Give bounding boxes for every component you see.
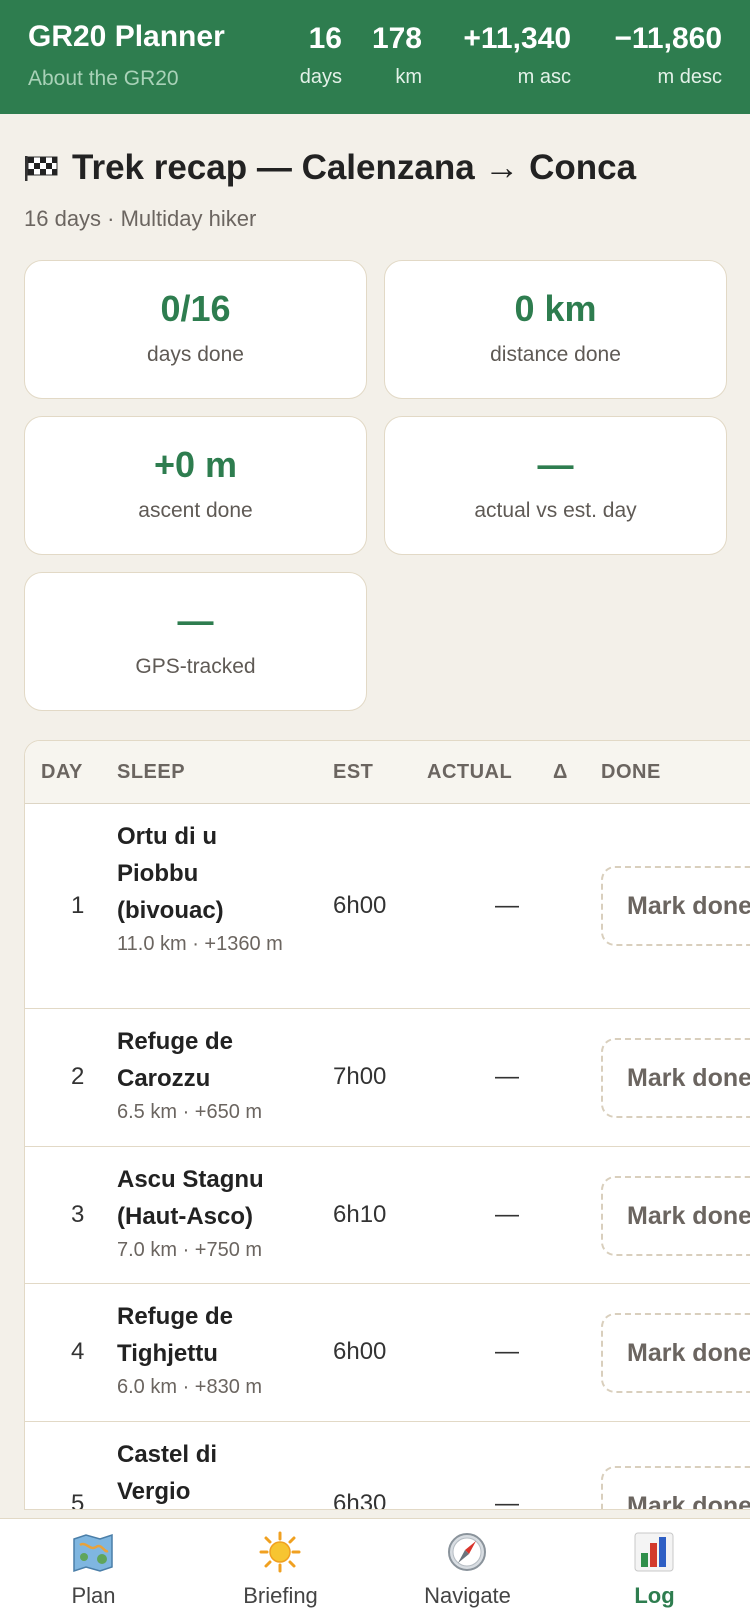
card-gps-tracked: — GPS-tracked <box>24 572 367 711</box>
table-row: 2 Refuge de Carozzu 6.5 km · +650 m 7h00… <box>25 1009 750 1147</box>
col-actual: ACTUAL <box>427 761 513 783</box>
nav-label-briefing: Briefing <box>243 1583 318 1608</box>
nav-item-log[interactable]: Log <box>561 1519 748 1624</box>
row-day: 1 <box>71 892 85 919</box>
compass-icon <box>448 1533 486 1571</box>
row-sleep: Refuge de Tighjettu 6.0 km · +830 m <box>117 1298 297 1403</box>
row-sleep-name: Castel di Vergio <box>117 1441 218 1505</box>
recap-title-text: Trek recap — Calenzana → Conca <box>72 148 637 187</box>
card-gps-tracked-value: — <box>177 600 214 641</box>
card-distance-done-label: distance done <box>490 343 621 366</box>
mark-done-button[interactable]: Mark done <box>601 1038 750 1118</box>
row-est: 7h00 <box>333 1063 387 1090</box>
row-actual: — <box>495 892 519 919</box>
row-est: 6h00 <box>333 1338 387 1365</box>
row-sleep: Ascu Stagnu (Haut-Asco) 7.0 km · +750 m <box>117 1161 297 1266</box>
card-ascent-done: +0 m ascent done <box>24 416 367 555</box>
row-sleep: Refuge de Carozzu 6.5 km · +650 m <box>117 1023 297 1128</box>
nav-item-navigate[interactable]: Navigate <box>374 1519 561 1624</box>
row-actual: — <box>495 1201 519 1228</box>
mark-done-button[interactable]: Mark done <box>601 1176 750 1256</box>
checkered-flag-icon <box>25 156 58 181</box>
card-distance-done: 0 km distance done <box>384 260 727 399</box>
card-days-done-value: 0/16 <box>160 288 231 329</box>
recap-subtitle: 16 days · Multiday hiker <box>24 206 257 231</box>
nav-item-briefing[interactable]: Briefing <box>187 1519 374 1624</box>
stat-ascent: +11,340 m asc <box>463 20 571 92</box>
row-actual: — <box>495 1338 519 1365</box>
table-row: 3 Ascu Stagnu (Haut-Asco) 7.0 km · +750 … <box>25 1147 750 1284</box>
col-done: DONE <box>601 761 661 783</box>
stat-km: 178 km <box>372 20 422 92</box>
col-est: EST <box>333 761 374 783</box>
row-sleep-meta: 6.0 km · +830 m <box>117 1376 263 1398</box>
mark-done-button[interactable]: Mark done <box>601 1466 750 1509</box>
row-sleep: Ortu di u Piobbu (bivouac) 11.0 km · +13… <box>117 818 297 960</box>
col-delta: Δ <box>553 761 568 783</box>
stat-ascent-label: m asc <box>517 66 571 88</box>
card-actual-vs-est: — actual vs est. day <box>384 416 727 555</box>
col-sleep: SLEEP <box>117 761 186 783</box>
nav-item-plan[interactable]: Plan <box>0 1519 187 1624</box>
bottom-nav: Plan Briefing Navigate Log <box>0 1518 750 1624</box>
table-row: 1 Ortu di u Piobbu (bivouac) 11.0 km · +… <box>25 804 750 1009</box>
recap-title: Trek recap — Calenzana → Conca <box>24 148 636 188</box>
card-days-done-label: days done <box>147 343 244 366</box>
row-day: 5 <box>71 1490 85 1510</box>
mark-done-button[interactable]: Mark done <box>601 1313 750 1393</box>
about-link[interactable]: About the GR20 <box>28 67 179 91</box>
table-row: 4 Refuge de Tighjettu 6.0 km · +830 m 6h… <box>25 1284 750 1422</box>
table-header: DAY SLEEP EST ACTUAL Δ DONE <box>25 741 750 804</box>
card-ascent-done-value: +0 m <box>153 444 238 485</box>
stat-km-label: km <box>395 66 422 88</box>
stat-days-label: days <box>299 66 342 88</box>
row-sleep-name: Ascu Stagnu (Haut-Asco) <box>117 1166 264 1230</box>
card-days-done: 0/16 days done <box>24 260 367 399</box>
col-day: DAY <box>41 761 83 783</box>
nav-label-plan: Plan <box>71 1583 116 1608</box>
card-actual-vs-est-label: actual vs est. day <box>474 499 637 522</box>
mark-done-button[interactable]: Mark done <box>601 866 750 946</box>
row-sleep-name: Refuge de Tighjettu <box>117 1303 234 1367</box>
row-actual: — <box>495 1490 519 1510</box>
day-log-table: DAY SLEEP EST ACTUAL Δ DONE 1 Ortu di u … <box>24 740 750 1510</box>
stat-days-value: 16 <box>308 22 342 55</box>
bar-chart-icon <box>634 1532 674 1572</box>
table-row: 5 Castel di Vergio 6h30 — Mark done <box>25 1422 750 1510</box>
stat-km-value: 178 <box>371 22 422 55</box>
sun-icon <box>259 1531 301 1573</box>
card-distance-done-value: 0 km <box>514 288 597 329</box>
nav-label-log: Log <box>634 1583 675 1608</box>
row-sleep-meta: 11.0 km · +1360 m <box>117 933 283 955</box>
row-day: 4 <box>71 1338 85 1365</box>
row-actual: — <box>495 1063 519 1090</box>
stat-descent: −11,860 m desc <box>614 20 722 92</box>
row-day: 3 <box>71 1201 85 1228</box>
row-sleep-name: Ortu di u Piobbu (bivouac) <box>117 823 224 924</box>
row-sleep: Castel di Vergio <box>117 1436 297 1509</box>
row-sleep-meta: 7.0 km · +750 m <box>117 1239 263 1261</box>
stat-days: 16 days <box>300 20 342 92</box>
app-header: GR20 Planner About the GR20 16 days 178 … <box>0 0 750 114</box>
map-icon <box>73 1533 113 1573</box>
card-actual-vs-est-value: — <box>537 444 574 485</box>
row-est: 6h10 <box>333 1201 387 1228</box>
stat-ascent-value: +11,340 <box>463 22 571 55</box>
card-ascent-done-label: ascent done <box>138 499 253 522</box>
app-title: GR20 Planner <box>28 20 225 53</box>
row-sleep-name: Refuge de Carozzu <box>117 1028 234 1092</box>
stat-descent-value: −11,860 <box>614 22 722 55</box>
row-est: 6h30 <box>333 1490 387 1510</box>
nav-label-navigate: Navigate <box>424 1583 511 1608</box>
row-day: 2 <box>71 1063 85 1090</box>
row-est: 6h00 <box>333 892 387 919</box>
card-gps-tracked-label: GPS-tracked <box>135 655 256 678</box>
row-sleep-meta: 6.5 km · +650 m <box>117 1101 263 1123</box>
stat-descent-label: m desc <box>657 66 722 88</box>
